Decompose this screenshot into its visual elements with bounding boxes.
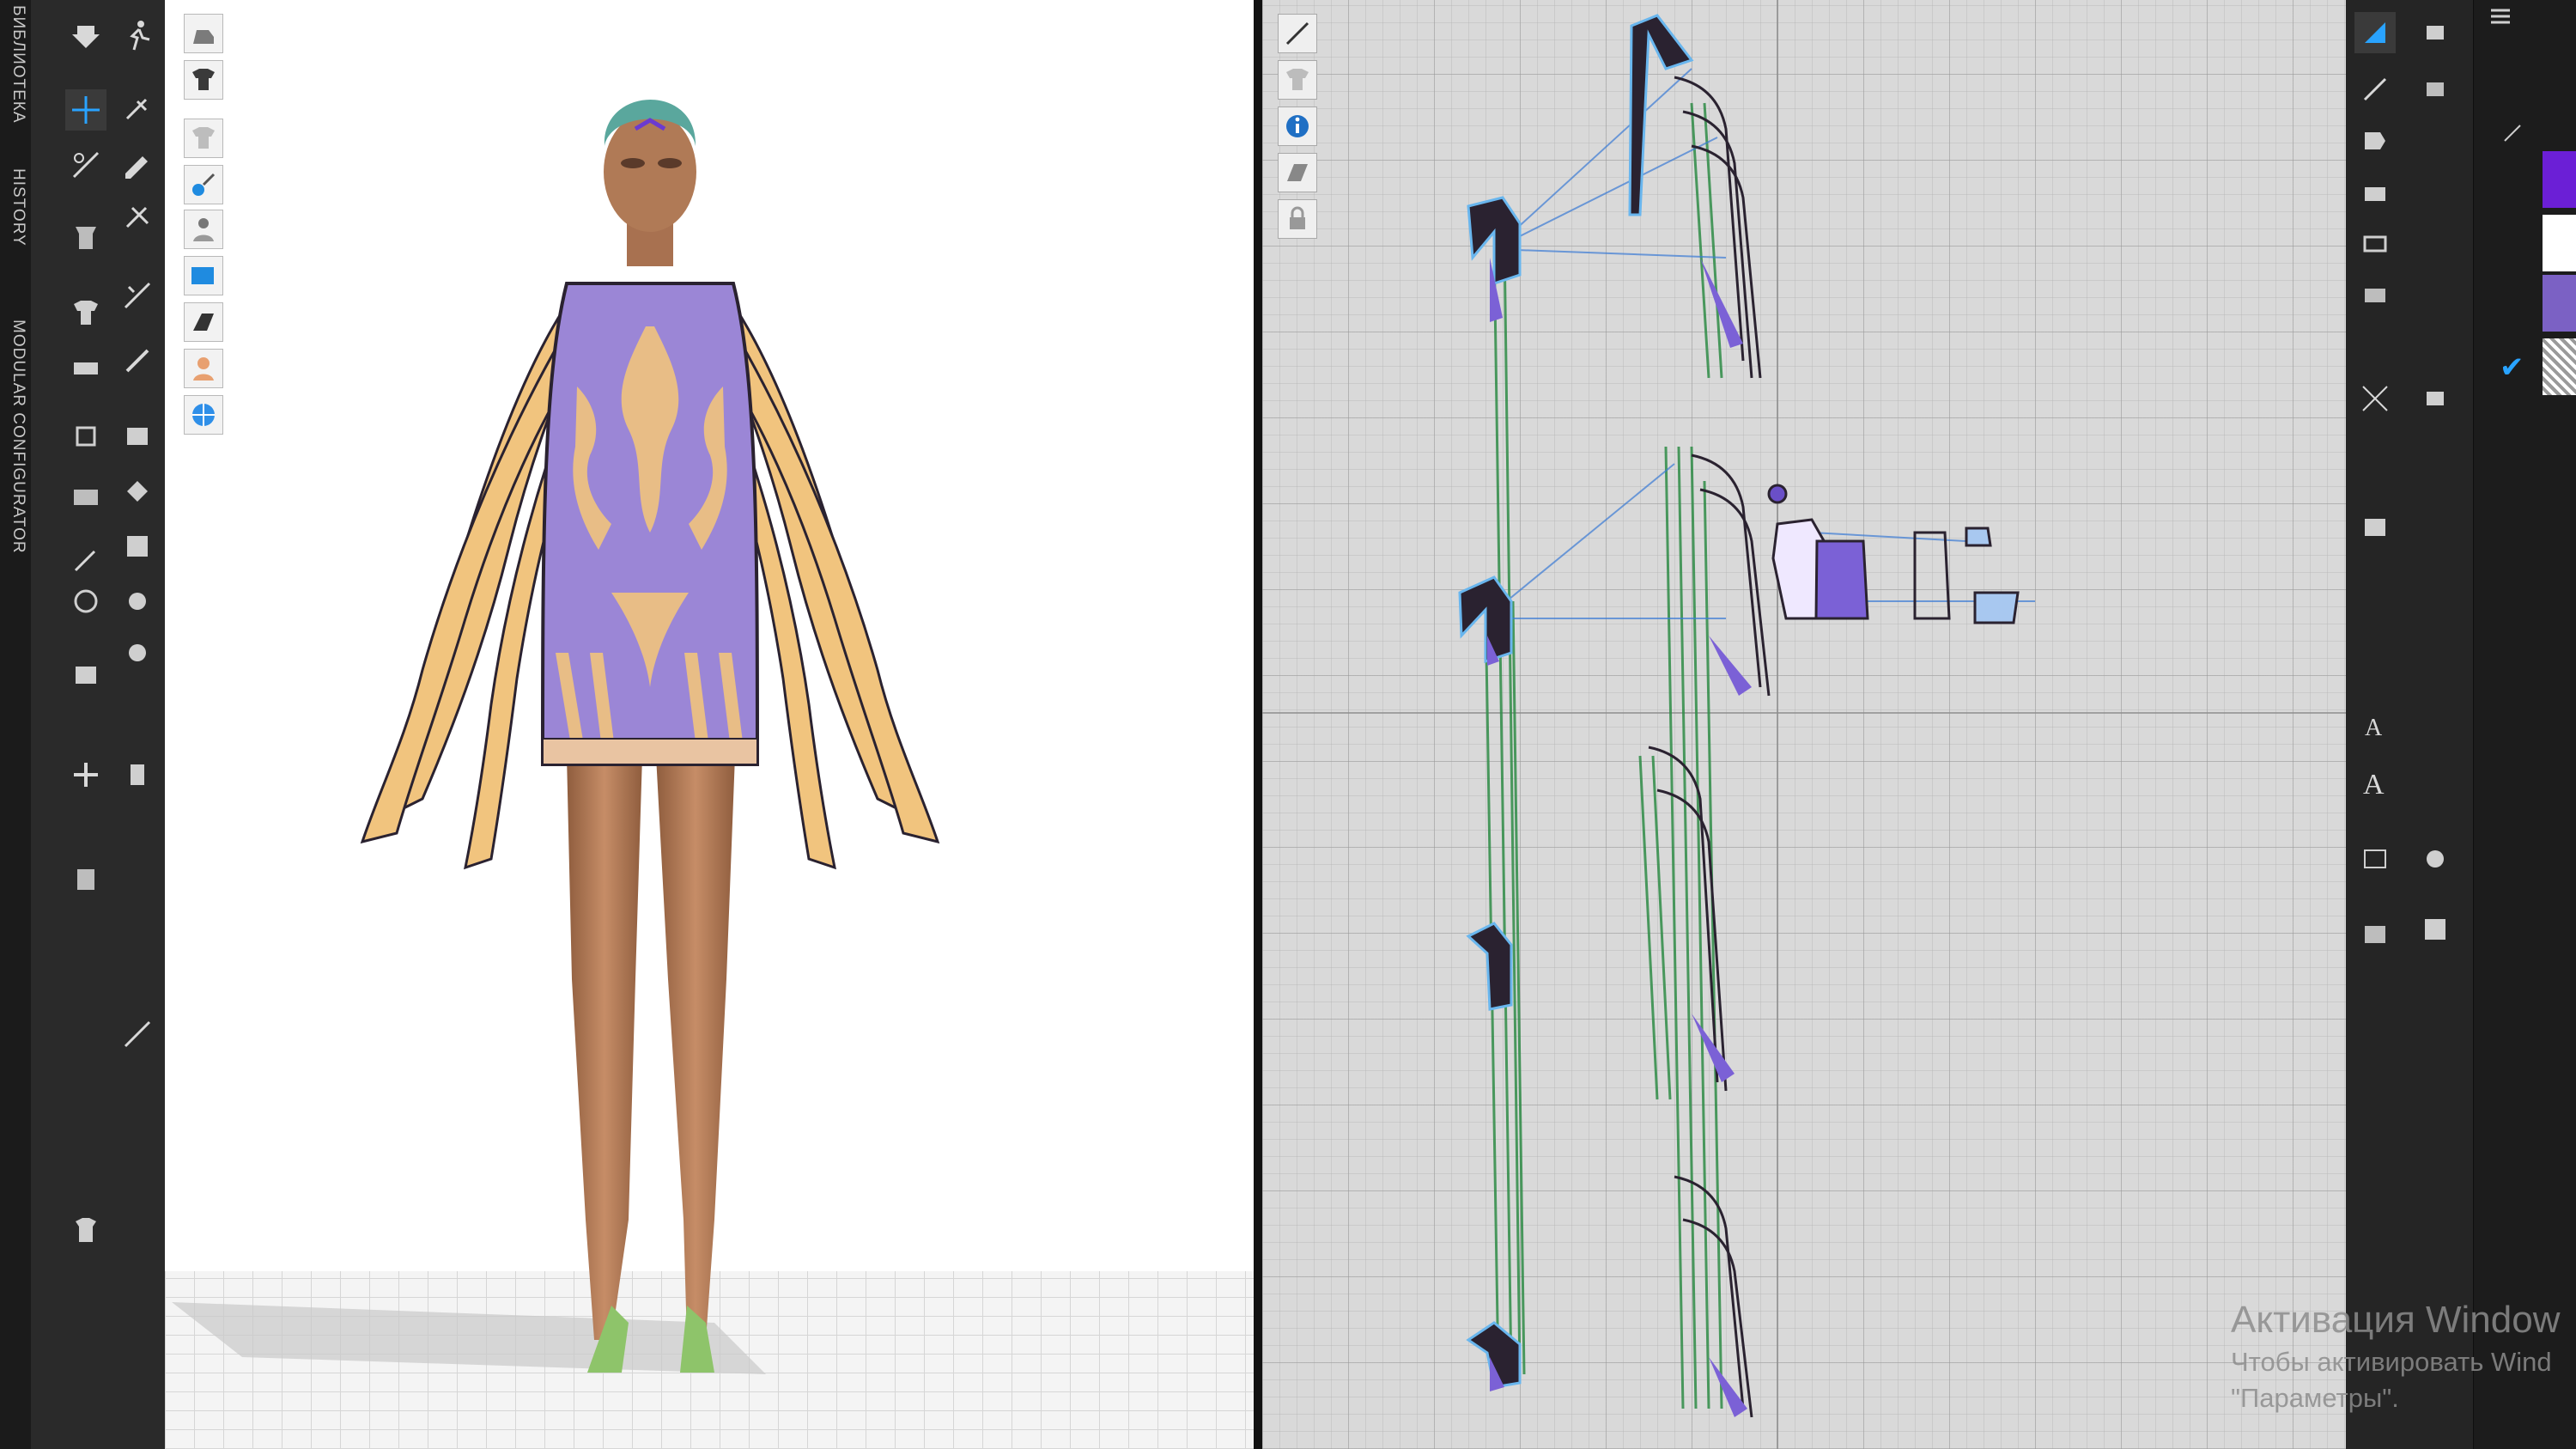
svg-text:A: A xyxy=(2363,769,2385,799)
shrink-icon[interactable] xyxy=(65,654,106,696)
pin-icon[interactable] xyxy=(117,89,158,131)
sewing-icon[interactable] xyxy=(65,347,106,388)
tab-library[interactable]: БИБЛИОТЕКА xyxy=(3,5,27,124)
fold-icon[interactable] xyxy=(65,216,106,258)
shirt-icon[interactable] xyxy=(65,292,106,333)
watermark-line-2: "Параметры". xyxy=(2231,1383,2399,1413)
edit-curve-icon[interactable] xyxy=(2415,12,2456,53)
transform-icon[interactable] xyxy=(65,89,106,131)
skin-icon[interactable] xyxy=(65,1209,106,1251)
free-sew-icon[interactable] xyxy=(2415,378,2456,419)
fabric-icon[interactable] xyxy=(65,539,106,581)
trim-icon[interactable] xyxy=(117,526,158,567)
walk-pose-icon[interactable] xyxy=(117,15,158,57)
transform-pattern-icon[interactable] xyxy=(2354,69,2396,110)
checkmark-icon: ✔ xyxy=(2500,351,2524,384)
segment-sew-icon[interactable] xyxy=(2354,378,2396,419)
windows-activation-watermark: Активация Window Чтобы активировать Wind… xyxy=(2231,1299,2561,1414)
button-icon[interactable] xyxy=(117,416,158,457)
polygon-icon[interactable] xyxy=(2354,172,2396,213)
internal-line-icon[interactable] xyxy=(2415,69,2456,110)
circle-icon[interactable] xyxy=(2354,223,2396,265)
scissors-icon[interactable] xyxy=(2415,838,2456,880)
annotation-icon[interactable]: A xyxy=(2354,761,2396,802)
tack-icon[interactable] xyxy=(117,198,158,239)
grading-icon[interactable] xyxy=(2415,909,2456,950)
ruler-icon[interactable] xyxy=(65,859,106,900)
right-toolbar: A A xyxy=(2346,0,2473,1449)
move-arrow-icon[interactable] xyxy=(65,15,106,57)
pen-mini-icon[interactable] xyxy=(2500,120,2534,151)
tab-modular-configurator[interactable]: MODULAR CONFIGURATOR xyxy=(3,320,27,554)
select-garment-icon[interactable] xyxy=(65,144,106,186)
watermark-line-1: Чтобы активировать Wind xyxy=(2231,1347,2552,1377)
rectangle-icon[interactable] xyxy=(2354,120,2396,161)
zipper-icon[interactable] xyxy=(65,476,106,517)
measure-icon[interactable] xyxy=(117,754,158,795)
object-browser-panel: ✔ xyxy=(2473,0,2576,1449)
check-length-icon[interactable] xyxy=(2354,507,2396,548)
edit-pattern-icon[interactable] xyxy=(117,144,158,186)
strengthen-icon[interactable] xyxy=(117,632,158,673)
brush-icon[interactable] xyxy=(117,340,158,381)
pattern-canvas[interactable] xyxy=(1262,0,2346,1449)
avatar-garment-render[interactable] xyxy=(165,0,1254,1449)
svg-text:A: A xyxy=(2365,715,2383,741)
fabric-swatch-white[interactable] xyxy=(2543,215,2576,271)
fabric-swatch-lavender[interactable] xyxy=(2543,275,2576,332)
watermark-title: Активация Window xyxy=(2231,1299,2561,1341)
left-toolbar xyxy=(31,0,165,1449)
text-icon[interactable]: A xyxy=(2354,704,2396,746)
arrange-icon[interactable] xyxy=(117,275,158,316)
texture-icon[interactable] xyxy=(117,471,158,512)
grain-icon[interactable] xyxy=(2354,838,2396,880)
fabric-swatch-mesh[interactable] xyxy=(2543,338,2576,395)
puckering-icon[interactable] xyxy=(65,581,106,622)
avatar-measure-icon[interactable] xyxy=(65,416,106,457)
dart-icon[interactable] xyxy=(2354,275,2396,316)
side-tab-rail: БИБЛИОТЕКА HISTORY MODULAR CONFIGURATOR xyxy=(0,0,32,1449)
select-point-icon[interactable] xyxy=(2354,12,2396,53)
tab-history[interactable]: HISTORY xyxy=(3,168,27,247)
list-icon[interactable] xyxy=(2488,3,2522,34)
fabric-swatch-purple[interactable] xyxy=(2543,151,2576,208)
viewport-splitter[interactable] xyxy=(1254,0,1262,1449)
pleat-icon[interactable] xyxy=(117,581,158,622)
viewport-3d[interactable] xyxy=(165,0,1254,1449)
fold-arrangement-icon[interactable] xyxy=(2354,914,2396,955)
lasso-icon[interactable] xyxy=(65,754,106,795)
viewport-2d[interactable] xyxy=(1262,0,2346,1449)
avatar-icon[interactable] xyxy=(117,1014,158,1055)
